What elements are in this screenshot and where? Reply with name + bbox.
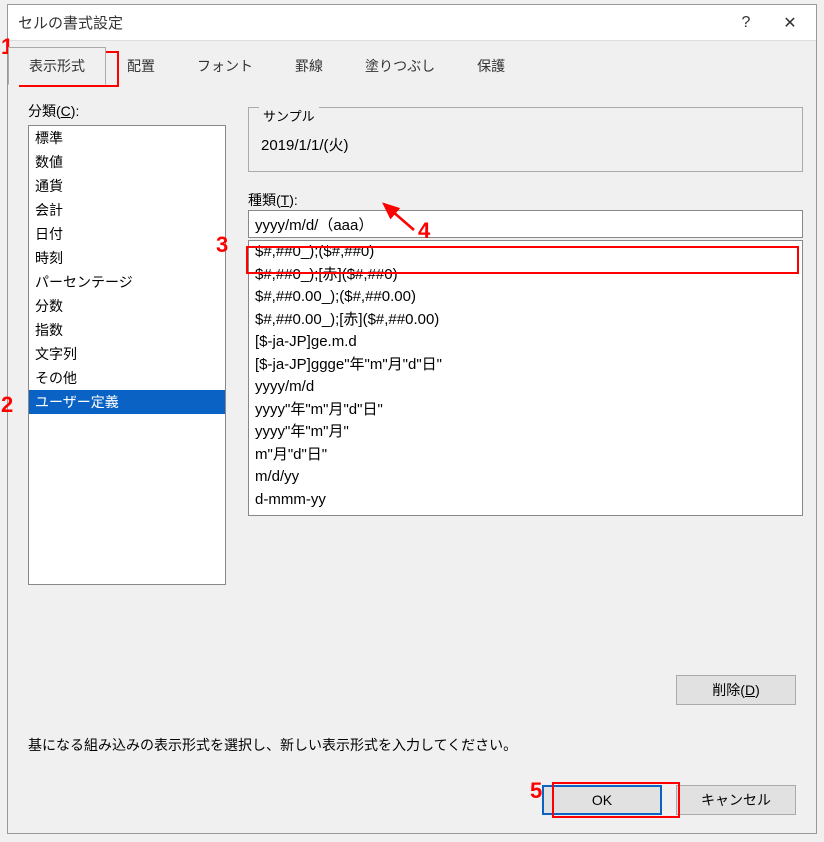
close-icon[interactable]: ✕: [768, 7, 812, 39]
category-item[interactable]: 分数: [29, 294, 225, 318]
tab-1[interactable]: 配置: [106, 47, 176, 85]
tab-4[interactable]: 塗りつぶし: [344, 47, 456, 85]
type-input[interactable]: [248, 210, 803, 238]
format-cells-dialog: セルの書式設定 ? ✕ 表示形式配置フォント罫線塗りつぶし保護 分類(C): 標…: [7, 4, 817, 834]
category-item[interactable]: 数値: [29, 150, 225, 174]
format-item[interactable]: [$-ja-JP]ggge"年"m"月"d"日": [249, 354, 802, 377]
tab-0[interactable]: 表示形式: [8, 47, 106, 85]
type-label: 種類(T):: [248, 190, 803, 210]
format-item[interactable]: $#,##0_);($#,##0): [249, 241, 802, 264]
format-item[interactable]: $#,##0.00_);[赤]($#,##0.00): [249, 309, 802, 332]
category-item[interactable]: その他: [29, 366, 225, 390]
category-item[interactable]: 指数: [29, 318, 225, 342]
category-item[interactable]: 標準: [29, 126, 225, 150]
tab-2[interactable]: フォント: [176, 47, 274, 85]
category-item[interactable]: ユーザー定義: [29, 390, 225, 414]
format-item[interactable]: d-mmm-yy: [249, 489, 802, 512]
cancel-button[interactable]: キャンセル: [676, 785, 796, 815]
format-item[interactable]: $#,##0_);[赤]($#,##0): [249, 264, 802, 287]
callout-3: 3: [216, 232, 228, 258]
titlebar: セルの書式設定 ? ✕: [8, 5, 816, 41]
dialog-title: セルの書式設定: [18, 12, 724, 33]
format-item[interactable]: $#,##0.00_);($#,##0.00): [249, 286, 802, 309]
hint-text: 基になる組み込みの表示形式を選択し、新しい表示形式を入力してください。: [28, 735, 517, 755]
category-item[interactable]: 日付: [29, 222, 225, 246]
content-area: 分類(C): 標準数値通貨会計日付時刻パーセンテージ分数指数文字列その他ユーザー…: [8, 85, 816, 601]
footer: OK キャンセル: [542, 785, 796, 815]
format-item[interactable]: m/d/yy: [249, 466, 802, 489]
format-item[interactable]: yyyy/m/d: [249, 376, 802, 399]
tab-strip: 表示形式配置フォント罫線塗りつぶし保護: [8, 47, 816, 85]
callout-5: 5: [530, 778, 542, 804]
sample-value: 2019/1/1/(火): [261, 134, 790, 155]
category-item[interactable]: 通貨: [29, 174, 225, 198]
category-item[interactable]: パーセンテージ: [29, 270, 225, 294]
format-item[interactable]: [$-ja-JP]ge.m.d: [249, 331, 802, 354]
tab-5[interactable]: 保護: [456, 47, 526, 85]
category-list[interactable]: 標準数値通貨会計日付時刻パーセンテージ分数指数文字列その他ユーザー定義: [28, 125, 226, 585]
help-icon[interactable]: ?: [724, 7, 768, 39]
format-item[interactable]: yyyy"年"m"月"d"日": [249, 399, 802, 422]
category-item[interactable]: 文字列: [29, 342, 225, 366]
ok-button[interactable]: OK: [542, 785, 662, 815]
tab-3[interactable]: 罫線: [274, 47, 344, 85]
sample-group: サンプル 2019/1/1/(火): [248, 107, 803, 172]
format-item[interactable]: m"月"d"日": [249, 444, 802, 467]
category-item[interactable]: 会計: [29, 198, 225, 222]
delete-button[interactable]: 削除(D): [676, 675, 796, 705]
category-item[interactable]: 時刻: [29, 246, 225, 270]
callout-4: 4: [418, 218, 430, 244]
sample-legend: サンプル: [259, 106, 319, 125]
right-column: サンプル 2019/1/1/(火) 種類(T): $#,##0_);($#,##…: [248, 101, 803, 516]
format-list[interactable]: $#,##0_);($#,##0)$#,##0_);[赤]($#,##0)$#,…: [248, 240, 803, 516]
callout-2: 2: [1, 392, 13, 418]
format-item[interactable]: yyyy"年"m"月": [249, 421, 802, 444]
